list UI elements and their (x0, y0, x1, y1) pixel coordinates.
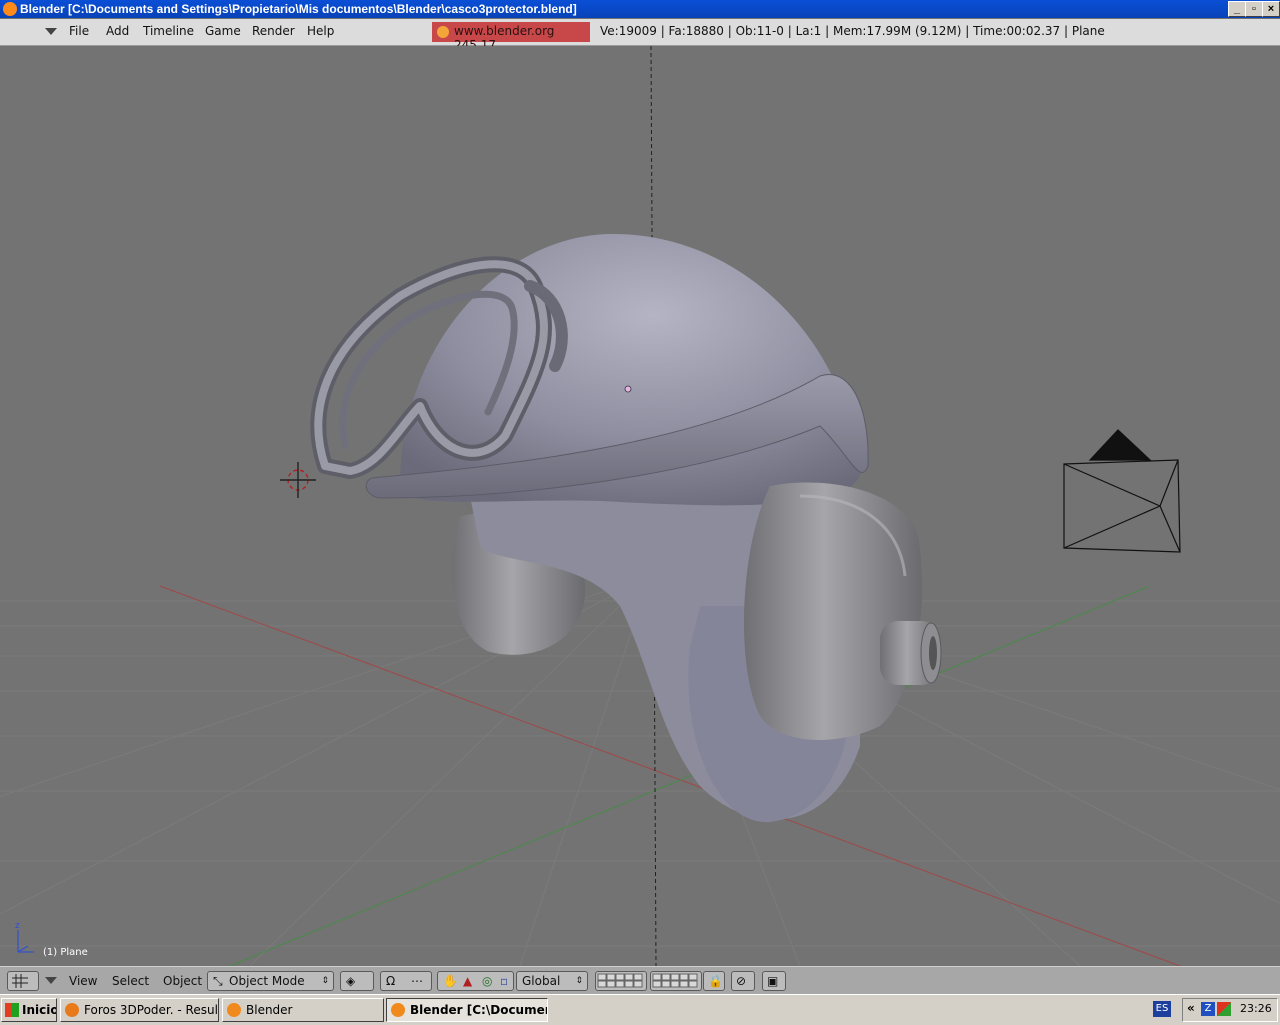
render-button[interactable]: ▣ (762, 971, 786, 991)
firefox-icon (65, 1003, 79, 1017)
close-button[interactable]: × (1262, 1, 1280, 17)
axis-gizmo-label: z (15, 921, 20, 931)
layers-icon (652, 973, 698, 988)
blender-logo-icon (437, 26, 449, 38)
pivot-icon: Ω (386, 974, 396, 988)
menu-render[interactable]: Render (252, 24, 295, 38)
proportional-edit-button[interactable]: ⊘ (731, 971, 755, 991)
editor-type-selector[interactable] (7, 971, 39, 991)
security-icon[interactable] (1217, 1002, 1231, 1016)
earcup-knob (880, 621, 942, 685)
menu-object[interactable]: Object (163, 974, 202, 988)
menu-view[interactable]: View (69, 974, 97, 988)
translate-icon[interactable]: ▲ (463, 972, 472, 990)
window-title: Blender [C:\Documents and Settings\Propi… (20, 2, 577, 16)
taskbar-item-blender-console[interactable]: Blender (222, 998, 384, 1022)
menu-select[interactable]: Select (112, 974, 149, 988)
3d-view-header: View Select Object ⤡ Object Mode ⇕ ◈ Ω ⋯… (0, 966, 1280, 995)
manipulator-buttons[interactable]: ✋ ▲ ◎ ▫ (437, 971, 514, 991)
menu-game[interactable]: Game (205, 24, 241, 38)
windows-taskbar: Inicio Foros 3DPoder. - Result... Blende… (0, 994, 1280, 1025)
blender-logo-icon (3, 2, 17, 16)
clock: 23:26 (1240, 1002, 1272, 1015)
mode-selector[interactable]: ⤡ Object Mode ⇕ (207, 971, 334, 991)
dropdown-arrows-icon: ⇕ (321, 976, 329, 986)
layer-buttons-right[interactable] (650, 971, 702, 991)
taskbar-item-blender-main[interactable]: Blender [C:\Documen... (386, 998, 548, 1022)
menu-collapse-icon[interactable] (45, 28, 57, 35)
taskbar-item-label: Blender (246, 1003, 293, 1017)
blender-logo-icon (391, 1003, 405, 1017)
header-collapse-icon[interactable] (45, 977, 57, 984)
taskbar-item-label: Foros 3DPoder. - Result... (84, 1003, 218, 1017)
scale-icon[interactable]: ▫ (500, 972, 508, 990)
object-origin (624, 385, 632, 393)
zonealarm-icon[interactable]: Z (1201, 1002, 1215, 1016)
layer-buttons-left[interactable] (595, 971, 647, 991)
start-button[interactable]: Inicio (1, 998, 57, 1022)
version-badge: www.blender.org 245.17 (432, 22, 590, 52)
menu-help[interactable]: Help (307, 24, 334, 38)
pivot-selector[interactable]: Ω ⋯ (380, 971, 432, 991)
taskbar-item-label: Blender [C:\Documen... (410, 1003, 547, 1017)
link-icon: ⊘ (736, 974, 747, 988)
menu-add[interactable]: Add (106, 24, 129, 38)
orientation-selector[interactable]: Global ⇕ (516, 971, 588, 991)
mode-label: Object Mode (229, 974, 305, 988)
start-label: Inicio (22, 1003, 57, 1017)
blender-logo-icon (227, 1003, 241, 1017)
rotate-icon[interactable]: ◎ (482, 972, 492, 990)
menu-timeline[interactable]: Timeline (143, 24, 194, 38)
lock-icon: 🔒 (708, 974, 723, 988)
draw-type-selector[interactable]: ◈ (340, 971, 374, 991)
menu-file[interactable]: File (69, 24, 89, 38)
tray-expand-icon[interactable]: « (1187, 1001, 1195, 1015)
camera-object (1063, 429, 1181, 553)
active-object-label: (1) Plane (43, 947, 88, 958)
shading-icon: ◈ (346, 974, 356, 988)
render-icon: ▣ (767, 974, 779, 988)
3d-cursor (280, 462, 316, 498)
3d-viewport[interactable]: z (0, 46, 1280, 966)
hand-icon[interactable]: ✋ (443, 972, 458, 990)
object-mode-icon: ⤡ (213, 974, 223, 988)
language-indicator[interactable]: ES (1153, 1001, 1171, 1017)
system-tray: « Z 23:26 (1182, 998, 1278, 1022)
viewport-scene: z (0, 46, 1280, 966)
dropdown-arrows-icon: ⇕ (575, 976, 583, 986)
lock-button[interactable]: 🔒 (703, 971, 725, 991)
window-titlebar: Blender [C:\Documents and Settings\Propi… (0, 0, 1280, 18)
helmet-right-earcup (743, 482, 923, 740)
taskbar-item-firefox[interactable]: Foros 3DPoder. - Result... (60, 998, 219, 1022)
maximize-button[interactable]: ▫ (1245, 1, 1263, 17)
scene-stats: Ve:19009 | Fa:18880 | Ob:11-0 | La:1 | M… (600, 24, 1105, 38)
axis-gizmo-icon (17, 930, 34, 953)
orientation-label: Global (522, 974, 561, 988)
layers-icon (597, 973, 643, 988)
minimize-button[interactable]: _ (1228, 1, 1246, 17)
grid-icon (12, 974, 28, 988)
windows-logo-icon (5, 1003, 19, 1017)
snap-icon: ⋯ (411, 974, 423, 988)
